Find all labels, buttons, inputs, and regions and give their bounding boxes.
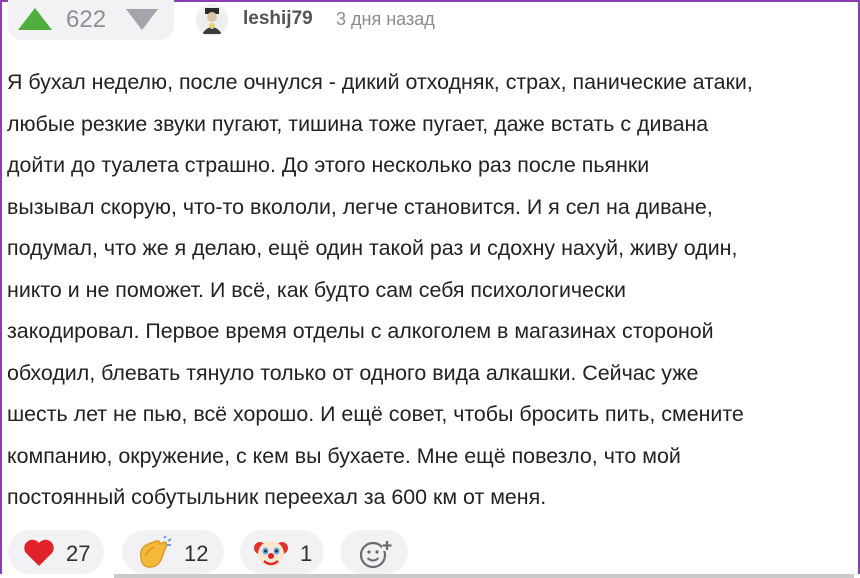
add-reaction-icon [359,541,392,569]
clown-face-icon [254,541,288,567]
comment-line: любые резкие звуки пугают, тишина тоже п… [7,111,709,136]
reaction-count: 12 [184,541,209,566]
horizontal-scrollbar[interactable] [114,574,854,578]
comment-line: Я бухал неделю, после очнулся - дикий от… [7,70,753,94]
clapping-hand-icon [140,536,172,568]
comment-line: дойти до туалета страшно. До этого неско… [7,153,650,177]
reaction-clap-button[interactable]: 12 [122,530,224,574]
comment-line: компанию, окружение, с кем вы бухаете. М… [7,443,681,468]
reactions-bar: 27 12 1 [0,528,860,578]
reaction-heart-button[interactable]: 27 [8,530,104,574]
comment-timestamp[interactable]: 3 дня назад [336,9,435,30]
author-username[interactable]: leshij79 [243,8,313,30]
avatar-figure-icon [196,4,228,36]
downvote-arrow-icon[interactable] [126,9,158,30]
comment-line: вызывал скорую, что-то вкололи, легче ст… [7,194,713,219]
comment-line: подумал, что же я делаю, ещё один такой … [7,236,738,260]
vote-widget: 622 [8,0,174,40]
comment-line: шесть лет не пью, всё хорошо. И ещё сове… [7,402,744,426]
comment-line: постоянный собутыльник переехал за 600 к… [7,485,547,509]
reaction-clown-button[interactable]: 1 [240,530,324,574]
comment-header: 622 leshij79 3 дня назад [0,0,860,44]
reaction-count: 1 [300,541,313,566]
vote-count: 622 [66,6,107,33]
comment-body: Я бухал неделю, после очнулся - дикий от… [7,62,853,519]
reaction-count: 27 [66,541,91,566]
add-reaction-button[interactable] [340,530,408,574]
comment-line: закодировал. Первое время отделы с алког… [7,319,714,343]
avatar[interactable] [196,4,228,36]
upvote-arrow-icon[interactable] [18,8,52,30]
comment-line: никто и не поможет. И всё, как будто сам… [7,277,626,302]
heart-icon [24,539,54,566]
comment-line: обходил, блевать тянуло только от одного… [7,360,699,385]
